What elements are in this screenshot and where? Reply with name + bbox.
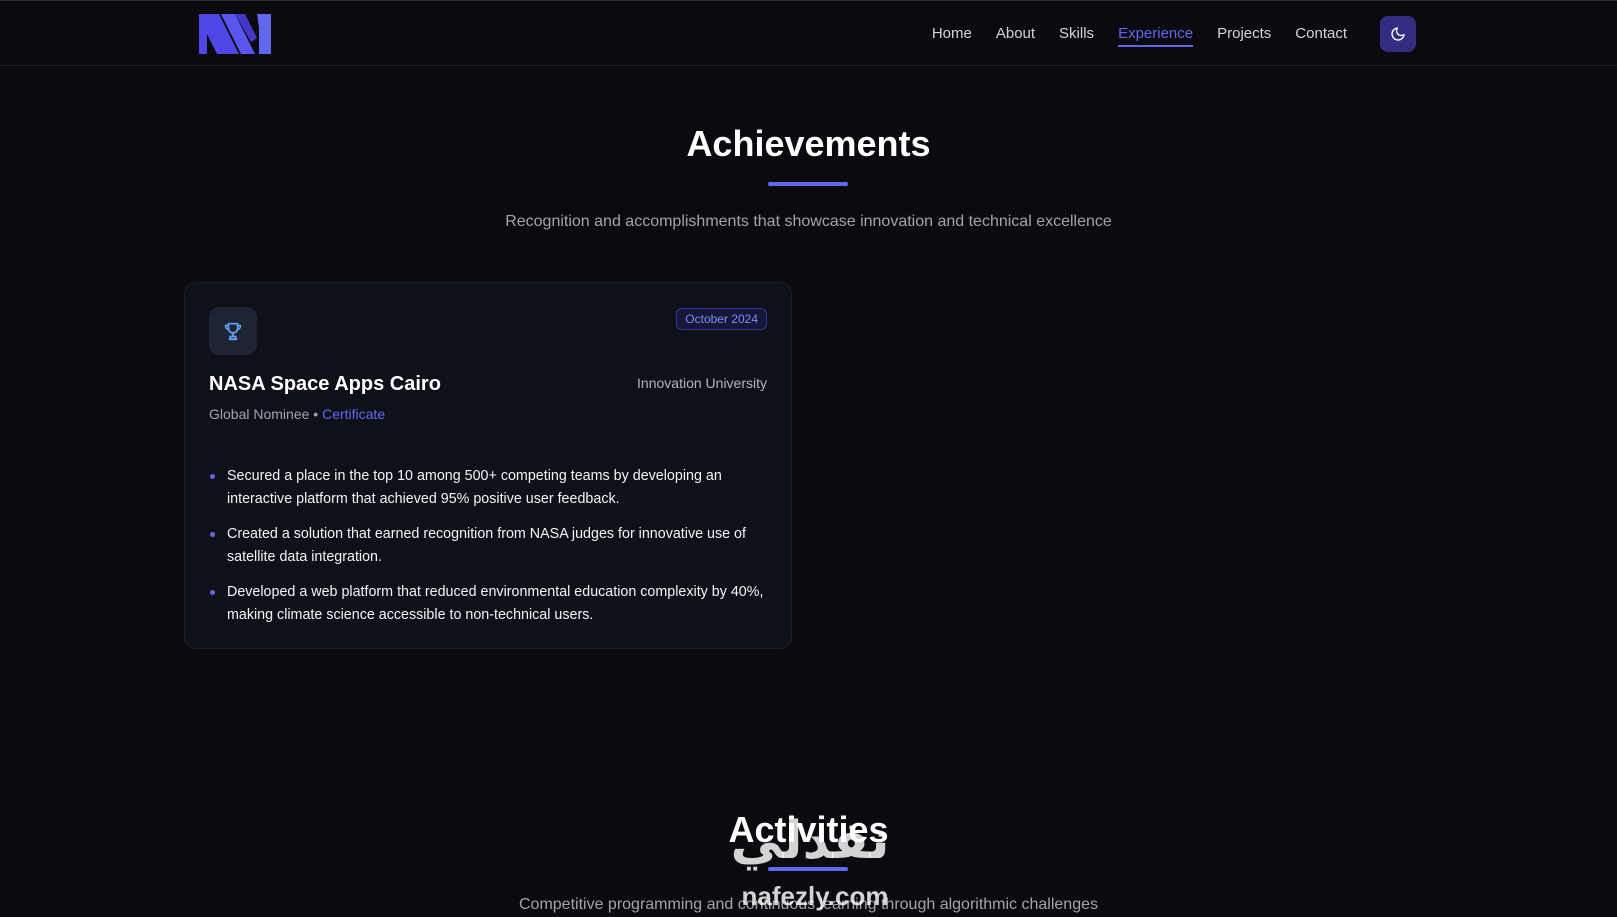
date-badge: October 2024	[676, 308, 767, 330]
certificate-link[interactable]: Certificate	[322, 406, 385, 422]
achievement-meta: Global Nominee • Certificate	[209, 406, 385, 422]
list-item: Developed a web platform that reduced en…	[209, 581, 769, 627]
nav-home[interactable]: Home	[932, 24, 972, 44]
achievement-bullets: Secured a place in the top 10 among 500+…	[209, 465, 769, 639]
nav-about[interactable]: About	[996, 24, 1035, 44]
achievements-title-underline	[768, 182, 848, 186]
nav-experience[interactable]: Experience	[1118, 24, 1194, 47]
trophy-badge	[209, 307, 257, 355]
moon-icon	[1391, 27, 1405, 41]
list-item: Secured a place in the top 10 among 500+…	[209, 465, 769, 511]
activities-title: Activities	[728, 809, 889, 850]
achievements-title: Achievements	[686, 123, 931, 164]
achievement-card: October 2024 NASA Space Apps Cairo Innov…	[184, 282, 792, 649]
achievements-subtitle: Recognition and accomplishments that sho…	[505, 213, 1112, 230]
monogram-logo-icon	[199, 14, 271, 54]
achievement-organization: Innovation University	[637, 375, 767, 391]
activities-title-underline	[768, 867, 848, 871]
logo[interactable]	[199, 14, 271, 54]
site-header: Home About Skills Experience Projects Co…	[0, 1, 1617, 66]
list-item: Created a solution that earned recogniti…	[209, 523, 769, 569]
nav-skills[interactable]: Skills	[1059, 24, 1094, 44]
activities-subtitle: Competitive programming and continuous l…	[519, 896, 1098, 913]
meta-separator: •	[313, 406, 319, 422]
page: Home About Skills Experience Projects Co…	[0, 0, 1617, 917]
theme-toggle-button[interactable]	[1380, 16, 1416, 52]
nav-contact[interactable]: Contact	[1295, 24, 1347, 44]
trophy-icon	[224, 322, 242, 341]
main-nav: Home About Skills Experience Projects Co…	[932, 1, 1347, 66]
nav-projects[interactable]: Projects	[1217, 24, 1271, 44]
achievement-role: Global Nominee	[209, 406, 310, 422]
achievement-title: NASA Space Apps Cairo	[209, 373, 441, 395]
